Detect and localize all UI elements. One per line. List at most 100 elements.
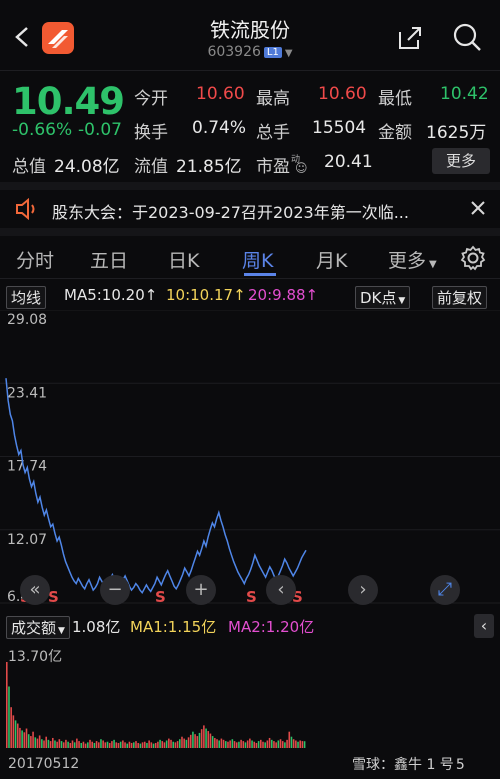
tab-monthly-k[interactable]: 月K — [316, 246, 347, 273]
search-icon[interactable] — [452, 22, 482, 52]
tab-five-day[interactable]: 五日 — [90, 246, 128, 273]
more-quote-button[interactable]: 更多 — [432, 148, 490, 174]
watermark: 雪球：鑫牛 1 号5 — [352, 754, 465, 774]
volume-indicator-button[interactable]: 成交额 ▼ — [6, 616, 70, 639]
float-value-label: 流值 — [134, 157, 168, 177]
volume-bar — [295, 740, 297, 748]
volume-bar — [30, 736, 32, 748]
collapse-panel-button[interactable]: ‹ — [474, 614, 494, 638]
chart-start-date: 20170512 — [8, 756, 80, 772]
change-amount: -0.07 — [78, 120, 122, 140]
tab-intraday[interactable]: 分时 — [16, 246, 54, 273]
volume-bar — [51, 737, 54, 748]
price-chart[interactable]: 29.0823.4117.7412.076.40 SSSSSSS — [0, 310, 500, 610]
total-value: 24.08亿 — [54, 157, 120, 177]
volume-bar — [260, 739, 262, 748]
volume-bar — [143, 741, 146, 748]
notice-text[interactable]: 股东大会：于2023-09-27召开2023年第一次临... — [52, 199, 409, 223]
volume-bar — [82, 741, 85, 748]
volume-bar — [54, 740, 56, 748]
caret-down-icon: ▼ — [398, 296, 406, 306]
volume-bar — [216, 739, 218, 748]
volume-bar — [16, 723, 19, 748]
page-title: 铁流股份 — [210, 18, 290, 42]
volume-bar — [284, 742, 286, 748]
volume-bar — [157, 741, 159, 748]
ma-selector-button[interactable]: 均线 — [6, 286, 47, 309]
volume-bar — [106, 741, 109, 748]
volume-bar — [130, 742, 133, 748]
volume-bar — [172, 741, 175, 748]
volume-bar — [154, 742, 157, 748]
volume-bar — [233, 741, 236, 748]
volume-bar — [187, 737, 190, 748]
volume-bar — [222, 739, 225, 748]
stat-label-volume: 总手 — [256, 123, 290, 143]
caret-down-icon: ▼ — [429, 259, 437, 270]
volume-bar — [25, 728, 28, 748]
zoom-in-icon[interactable]: + — [186, 575, 216, 605]
scroll-left-fast-icon[interactable]: « — [20, 575, 50, 605]
volume-bar — [62, 742, 65, 748]
volume-ma1: MA1:1.15亿 — [130, 618, 217, 636]
volume-bar — [168, 738, 170, 748]
stock-code: 603926 L1 ▼ — [0, 44, 500, 60]
volume-bar — [200, 729, 203, 748]
pe-value: 20.41 — [324, 152, 373, 172]
volume-bar — [89, 739, 91, 748]
scroll-right-icon[interactable]: › — [348, 575, 378, 605]
volume-bar — [67, 741, 69, 748]
volume-bar — [181, 736, 183, 748]
volume-bar — [135, 741, 137, 748]
tab-more[interactable]: 更多 ▼ — [388, 246, 437, 273]
volume-bar — [117, 742, 120, 748]
zoom-out-icon[interactable]: − — [100, 575, 130, 605]
level-badge: L1 — [263, 46, 282, 58]
volume-bar — [165, 740, 168, 748]
volume-bar — [119, 741, 122, 748]
volume-bar — [43, 740, 45, 748]
price-tick-label: 12.07 — [7, 532, 47, 548]
gear-icon[interactable] — [459, 244, 487, 272]
share-icon[interactable] — [396, 24, 424, 52]
volume-bar — [292, 739, 295, 748]
volume-bar — [80, 742, 83, 748]
dk-point-button[interactable]: DK点 ▼ — [355, 286, 411, 309]
fullscreen-icon[interactable]: ⤢ — [430, 575, 460, 605]
volume-bar — [238, 741, 240, 748]
volume-bar — [163, 742, 166, 748]
scroll-left-icon[interactable]: ‹ — [266, 575, 296, 605]
chevron-down-icon[interactable]: ▼ — [285, 48, 293, 59]
volume-bar — [137, 742, 139, 748]
ma20-value: 20:9.88↑ — [248, 286, 319, 304]
volume-bar — [93, 742, 96, 748]
volume-bar — [27, 734, 30, 748]
ma10-value: 10:10.17↑ — [166, 286, 246, 304]
volume-bar — [262, 741, 264, 748]
volume-bar — [253, 741, 256, 748]
volume-value: 1.08亿 — [72, 618, 121, 636]
volume-bar — [102, 740, 104, 748]
stat-label-amount: 金额 — [378, 123, 412, 143]
adjust-button[interactable]: 前复权 — [432, 286, 488, 309]
tabs-divider — [0, 278, 500, 279]
tab-daily-k[interactable]: 日K — [168, 246, 199, 273]
volume-bar — [268, 737, 271, 748]
volume-bar — [209, 733, 212, 748]
tab-weekly-k[interactable]: 周K — [242, 246, 273, 273]
stat-value-open: 10.60 — [196, 84, 245, 104]
volume-bar — [275, 742, 277, 748]
volume-bar — [36, 738, 39, 748]
stat-value-volume: 15504 — [312, 118, 367, 138]
volume-bar — [60, 741, 63, 748]
volume-bar — [76, 738, 78, 748]
price-tick-label: 29.08 — [7, 312, 47, 328]
price-tick-label: 23.41 — [7, 385, 47, 401]
stat-label-turnover: 换手 — [134, 123, 168, 143]
volume-bar — [279, 739, 282, 748]
close-icon[interactable] — [468, 198, 488, 218]
stat-label-low: 最低 — [378, 89, 412, 109]
volume-chart[interactable] — [0, 642, 500, 750]
volume-bar — [281, 741, 284, 748]
volume-bar — [97, 742, 100, 748]
